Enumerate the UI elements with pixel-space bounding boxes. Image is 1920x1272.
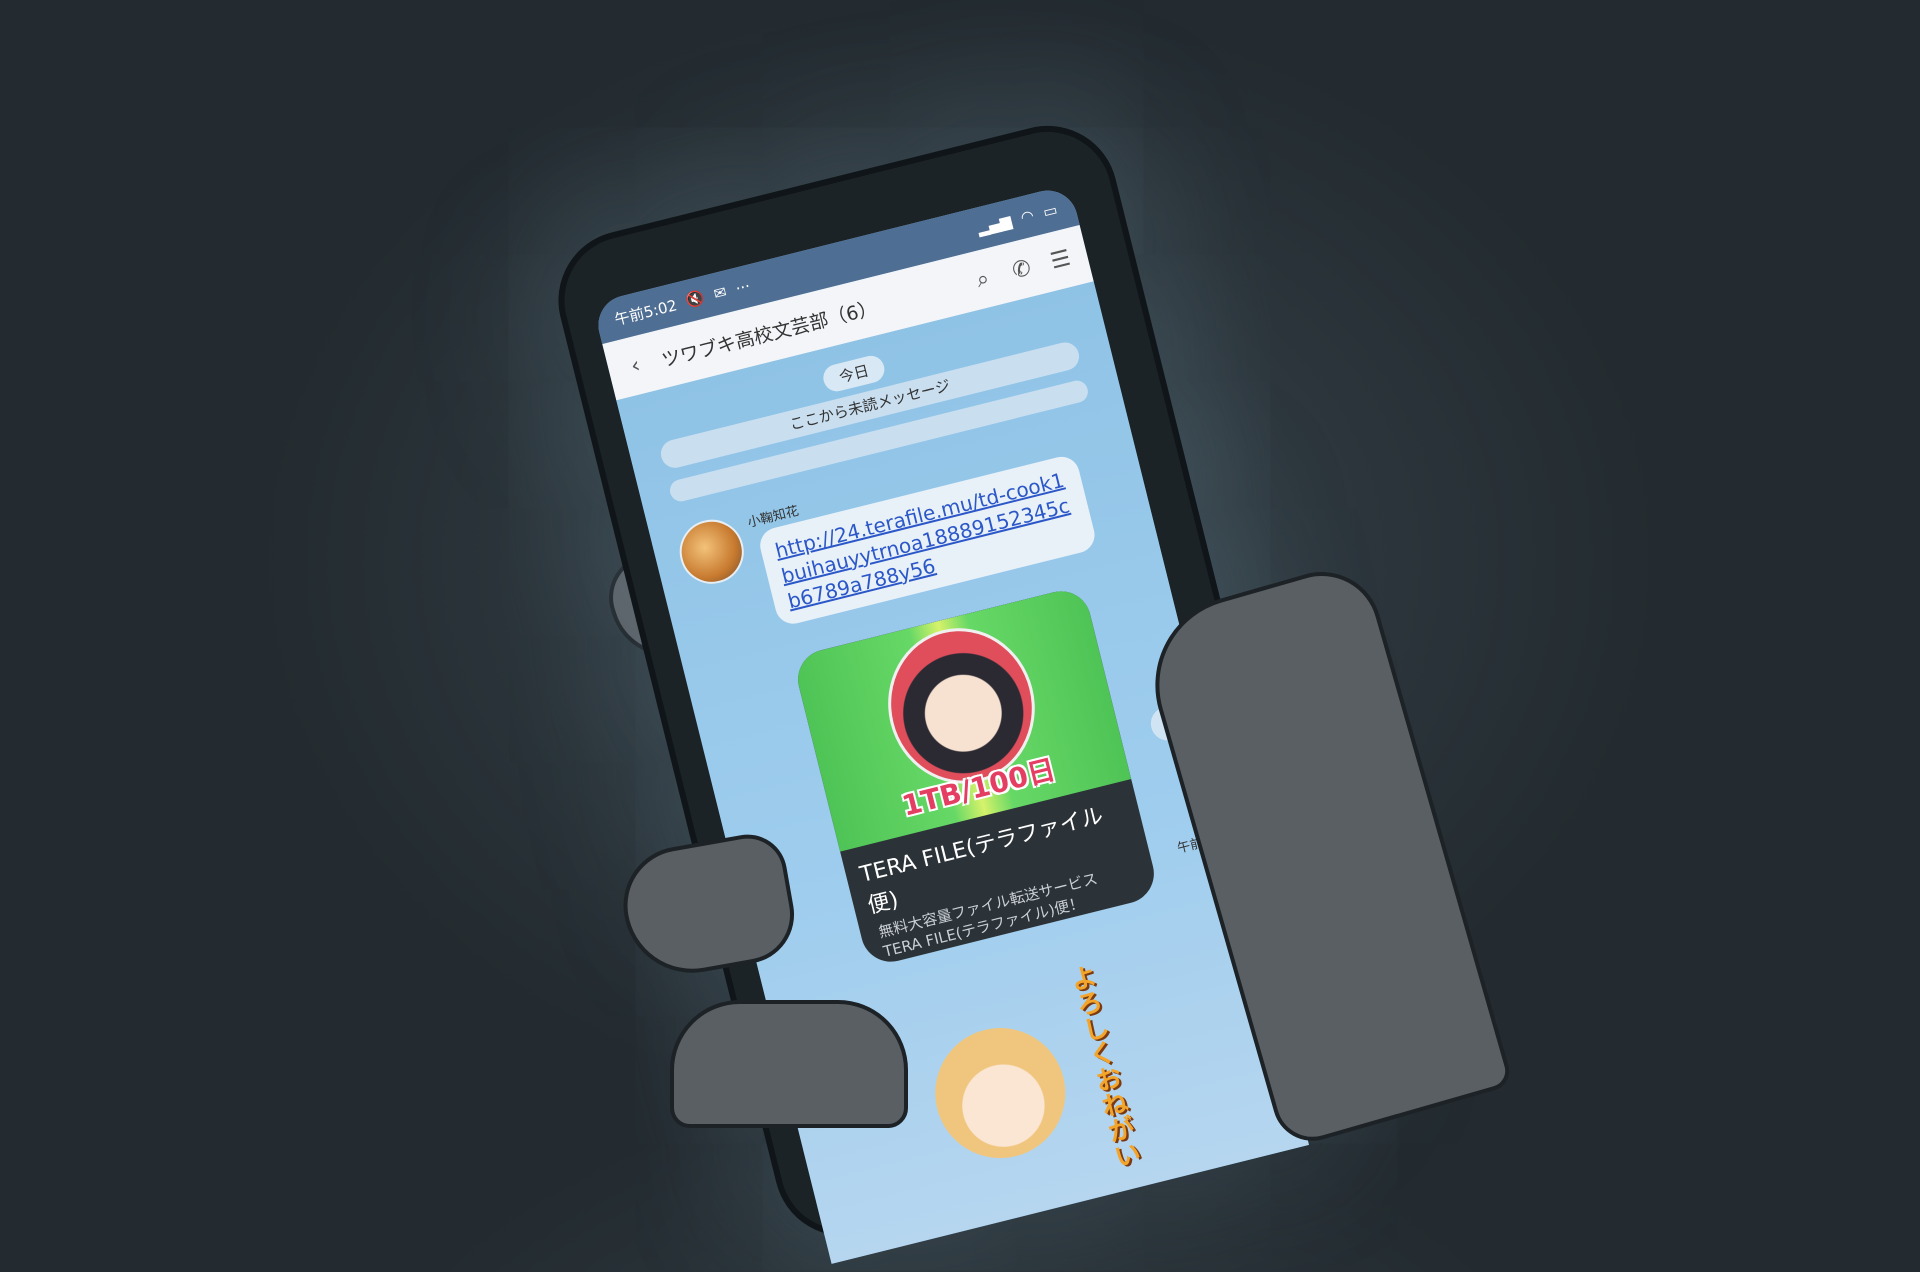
sticker[interactable]: よろしくおねがい	[890, 942, 1191, 1235]
signal-icon: ▂▄▆	[975, 211, 1014, 238]
scene: 午前5:02 🔇 ✉ ··· ▂▄▆ ◠ ▭ ‹ ツワブキ高校文芸部（6） ⌕ …	[0, 0, 1920, 1264]
wifi-icon: ◠	[1018, 206, 1036, 227]
status-time: 午前5:02	[612, 295, 679, 329]
link-preview-card[interactable]: 1TB/100日 TERA FILE(テラファイル便) 無料大容量ファイル転送サ…	[791, 584, 1161, 969]
chevron-left-icon[interactable]: ‹	[620, 350, 652, 382]
menu-icon[interactable]: ☰	[1045, 244, 1077, 276]
search-icon[interactable]: ⌕	[967, 263, 999, 295]
phone-icon[interactable]: ✆	[1006, 254, 1038, 286]
mail-icon: ✉	[711, 282, 729, 304]
bottom-finger	[670, 1000, 908, 1128]
more-icon: ···	[733, 276, 752, 298]
mute-icon: 🔇	[683, 288, 707, 311]
battery-icon: ▭	[1041, 200, 1060, 222]
avatar[interactable]	[672, 512, 751, 591]
message-link[interactable]: http://24.terafile.mu/td-cook1buihauyytr…	[773, 468, 1072, 614]
